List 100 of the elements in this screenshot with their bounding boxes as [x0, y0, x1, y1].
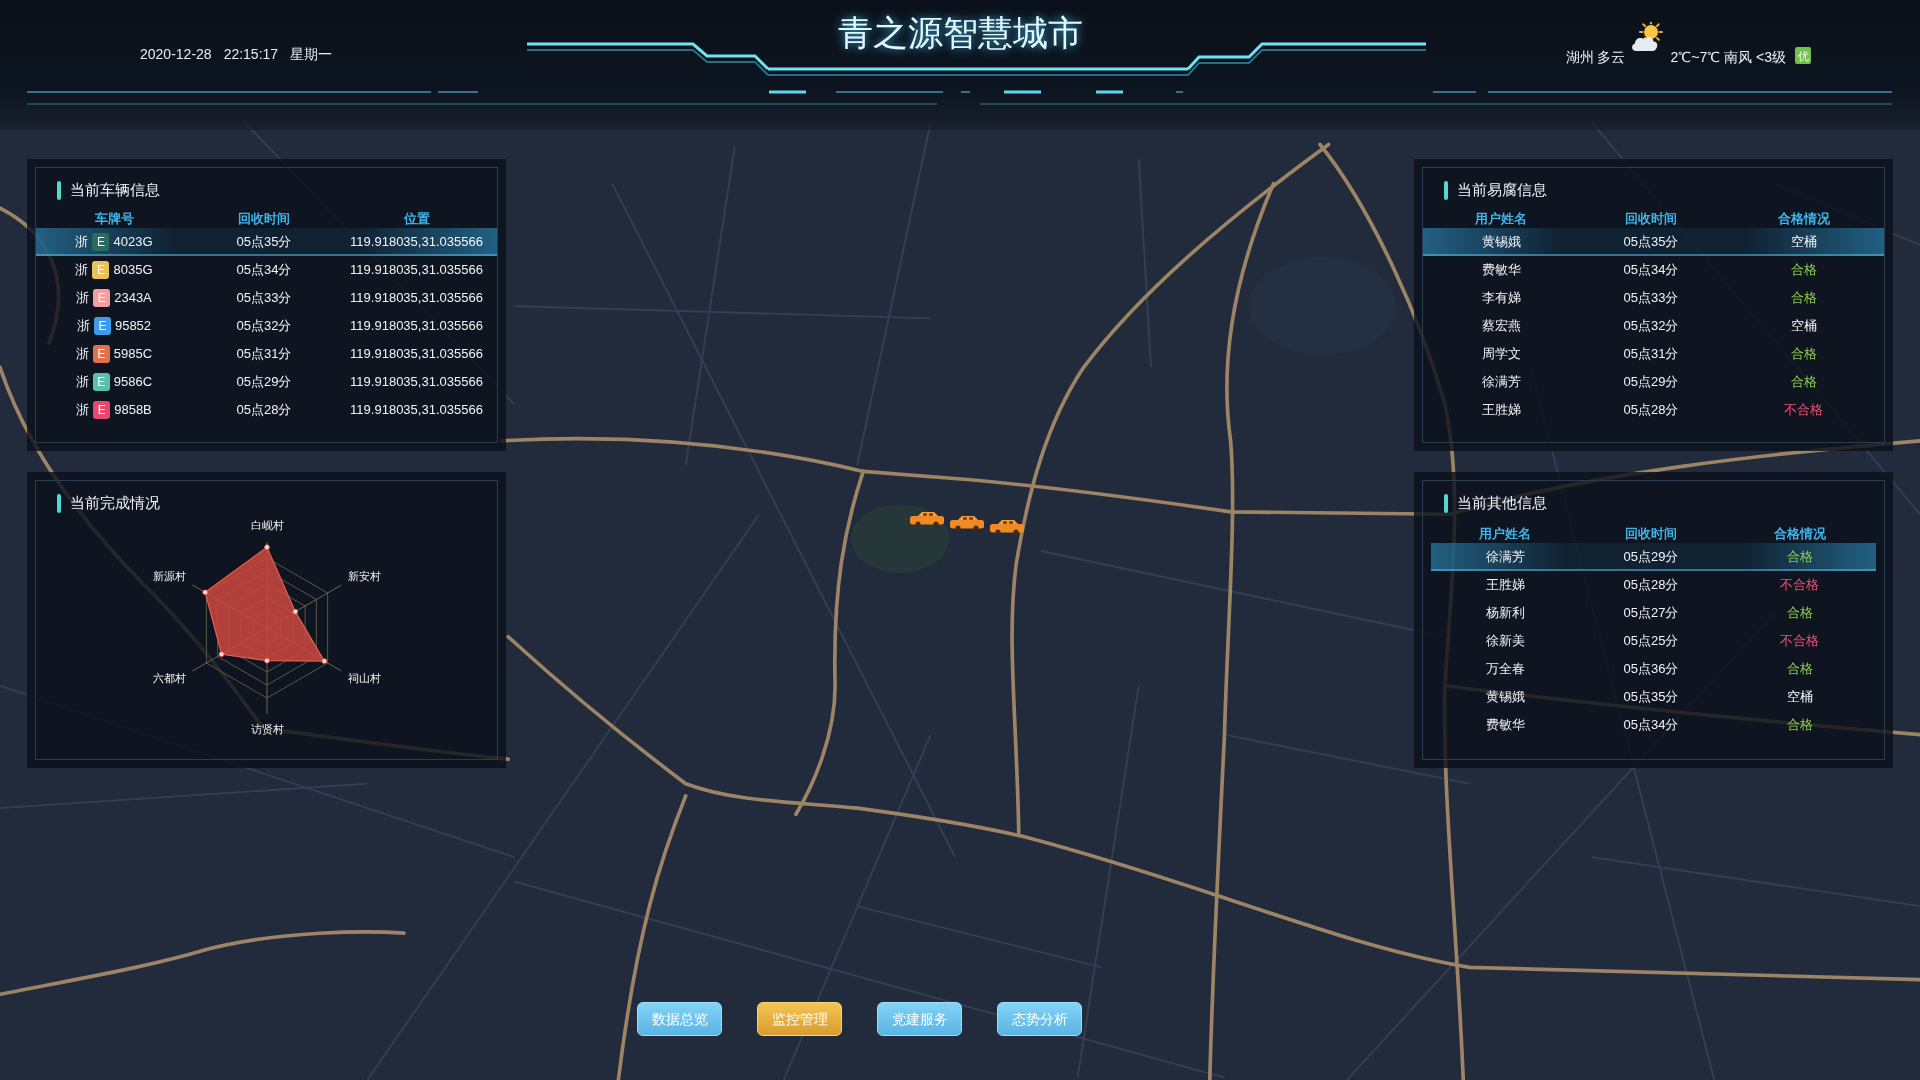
result-status: 合格 — [1790, 261, 1817, 280]
column-header: 合格情况 — [1773, 525, 1826, 543]
result-status: 合格 — [1790, 289, 1817, 308]
result-status: 不合格 — [1784, 401, 1823, 420]
table-row[interactable]: 徐满芳 05点29分 合格 — [1423, 368, 1884, 396]
table-row[interactable]: 蔡宏燕 05点32分 空桶 — [1423, 312, 1884, 340]
table-row[interactable]: 王胜娣 05点28分 不合格 — [1423, 396, 1884, 424]
plate-province: 浙 — [76, 317, 90, 336]
table-row[interactable]: 黄锡娥 05点35分 空桶 — [1431, 683, 1876, 711]
radar-point — [218, 651, 225, 658]
table-row[interactable]: 万全春 05点36分 合格 — [1431, 655, 1876, 683]
plate-province: 浙 — [76, 401, 90, 420]
title-accent-bar — [1444, 493, 1448, 513]
result-status: 合格 — [1790, 373, 1817, 392]
plate-letter-tag: E — [92, 373, 110, 391]
panel-title: 当前其他信息 — [1457, 493, 1547, 513]
user-name: 杨新利 — [1485, 604, 1525, 623]
table-row[interactable]: 浙 E 8035G 05点34分 119.918035,31.035566 — [36, 256, 497, 284]
user-name: 黄锡娥 — [1485, 688, 1525, 707]
column-header: 车牌号 — [94, 210, 134, 228]
panel-title: 当前完成情况 — [70, 493, 160, 513]
position-coordinates: 119.918035,31.035566 — [350, 233, 483, 252]
recovery-time: 05点28分 — [1623, 401, 1679, 420]
recovery-time: 05点29分 — [1623, 373, 1679, 392]
result-status: 空桶 — [1786, 688, 1813, 707]
plate-province: 浙 — [75, 261, 89, 280]
column-header: 回收时间 — [238, 210, 290, 228]
result-status: 不合格 — [1780, 632, 1819, 651]
panel-title: 当前车辆信息 — [70, 180, 160, 200]
table-row[interactable]: 王胜娣 05点28分 不合格 — [1431, 571, 1876, 599]
table-row[interactable]: 浙 E 95852 05点32分 119.918035,31.035566 — [36, 312, 497, 340]
column-header: 用户姓名 — [1475, 210, 1527, 228]
table-row[interactable]: 浙 E 4023G 05点35分 119.918035,31.035566 — [36, 228, 497, 256]
position-coordinates: 119.918035,31.035566 — [350, 401, 483, 420]
plate-number: 9858B — [114, 401, 152, 420]
user-name: 王胜娣 — [1485, 576, 1525, 595]
title-accent-bar — [57, 180, 61, 200]
table-row[interactable]: 浙 E 9858B 05点28分 119.918035,31.035566 — [36, 396, 497, 424]
user-name: 万全春 — [1485, 660, 1525, 679]
column-header: 合格情况 — [1777, 210, 1830, 228]
title-accent-bar — [57, 493, 61, 513]
user-name: 徐满芳 — [1485, 548, 1525, 567]
car-icon[interactable] — [909, 511, 945, 527]
result-status: 空桶 — [1790, 317, 1817, 336]
recovery-time: 05点29分 — [236, 373, 292, 392]
recovery-time: 05点31分 — [236, 345, 292, 364]
table-row[interactable]: 费敏华 05点34分 合格 — [1431, 711, 1876, 739]
sun-cloud-icon — [1629, 22, 1663, 52]
date-text: 2020-12-28 — [140, 45, 212, 64]
radar-point — [292, 608, 299, 615]
position-coordinates: 119.918035,31.035566 — [350, 345, 483, 364]
table-row[interactable]: 李有娣 05点33分 合格 — [1423, 284, 1884, 312]
table-row[interactable]: 徐新美 05点25分 不合格 — [1431, 627, 1876, 655]
recovery-time: 05点32分 — [236, 317, 292, 336]
car-icon[interactable] — [949, 515, 985, 531]
recovery-time: 05点35分 — [1623, 688, 1679, 707]
column-header: 用户姓名 — [1479, 525, 1531, 543]
plate-province: 浙 — [75, 345, 89, 364]
radar-point — [321, 658, 328, 664]
recovery-time: 05点35分 — [236, 233, 292, 252]
result-status: 不合格 — [1780, 576, 1819, 595]
table-row[interactable]: 浙 E 5985C 05点31分 119.918035,31.035566 — [36, 340, 497, 368]
position-coordinates: 119.918035,31.035566 — [350, 261, 483, 280]
plate-letter-tag: E — [92, 345, 110, 363]
position-coordinates: 119.918035,31.035566 — [350, 317, 483, 336]
result-status: 空桶 — [1790, 233, 1817, 252]
result-status: 合格 — [1786, 604, 1813, 623]
table-row[interactable]: 黄锡娥 05点35分 空桶 — [1423, 228, 1884, 256]
table-row[interactable]: 浙 E 9586C 05点29分 119.918035,31.035566 — [36, 368, 497, 396]
plate-number: 5985C — [113, 345, 153, 364]
axis-label: 新源村 — [152, 569, 186, 582]
result-status: 合格 — [1786, 548, 1813, 567]
plate-letter-tag: E — [92, 261, 110, 279]
plate-number: 2343A — [114, 289, 152, 308]
air-quality-badge: 优 — [1795, 47, 1811, 64]
table-row[interactable]: 费敏华 05点34分 合格 — [1423, 256, 1884, 284]
user-name: 李有娣 — [1481, 289, 1521, 308]
table-row[interactable]: 徐满芳 05点29分 合格 — [1431, 543, 1876, 571]
radar-point — [264, 657, 270, 664]
plate-province: 浙 — [75, 373, 89, 392]
user-name: 费敏华 — [1481, 261, 1521, 280]
table-row[interactable]: 周学文 05点31分 合格 — [1423, 340, 1884, 368]
user-name: 费敏华 — [1485, 716, 1525, 735]
car-icon[interactable] — [989, 519, 1025, 535]
axis-label: 六都村 — [152, 671, 186, 684]
result-status: 合格 — [1790, 345, 1817, 364]
recovery-time: 05点36分 — [1623, 660, 1679, 679]
recovery-time: 05点28分 — [236, 401, 292, 420]
table-row[interactable]: 浙 E 2343A 05点33分 119.918035,31.035566 — [36, 284, 497, 312]
page-title: 青之源智慧城市 — [837, 12, 1083, 54]
table-row[interactable]: 杨新利 05点27分 合格 — [1431, 599, 1876, 627]
user-name: 周学文 — [1481, 345, 1521, 364]
column-header: 回收时间 — [1625, 525, 1677, 543]
weekday-text: 星期一 — [290, 45, 333, 64]
recovery-time: 05点35分 — [1623, 233, 1679, 252]
recovery-time: 05点34分 — [1623, 261, 1679, 280]
title-accent-bar — [1444, 180, 1448, 200]
recovery-time: 05点34分 — [1623, 716, 1679, 735]
user-name: 王胜娣 — [1481, 401, 1521, 420]
panel-title: 当前易腐信息 — [1457, 180, 1547, 200]
